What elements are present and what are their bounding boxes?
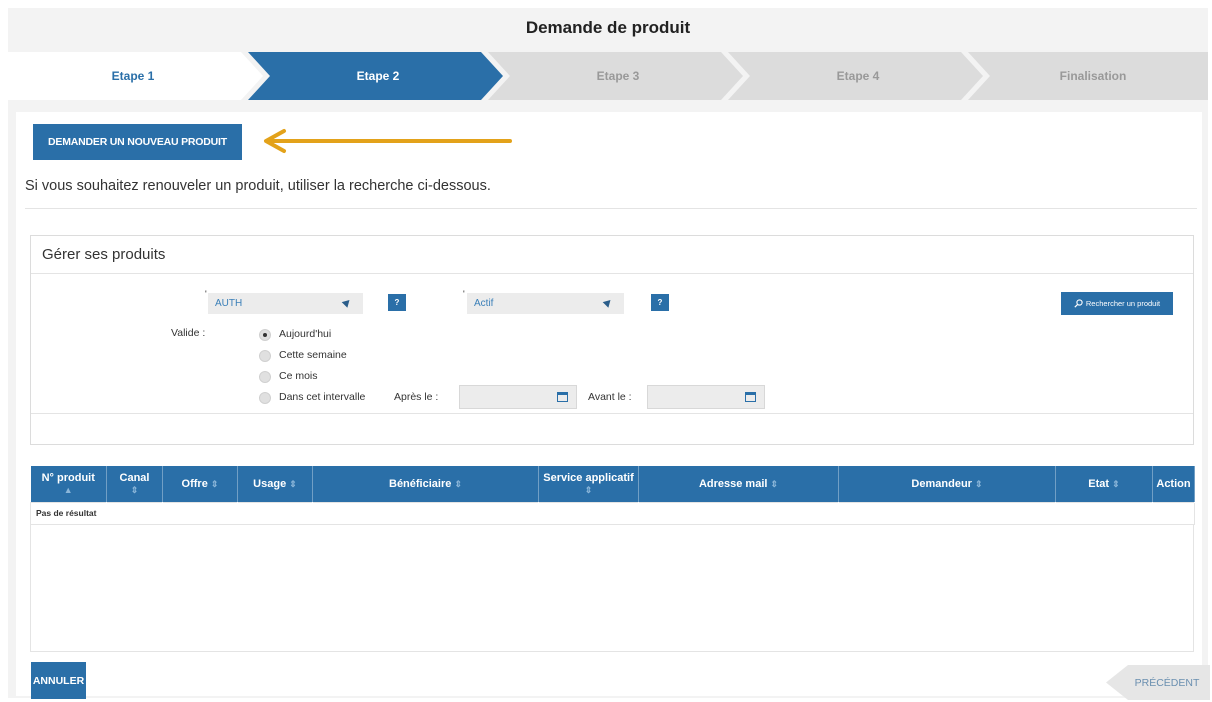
main-content: DEMANDER UN NOUVEAU PRODUIT Si vous souh… <box>16 112 1210 700</box>
previous-label: PRÉCÉDENT <box>1134 676 1200 689</box>
table-row: Pas de résultat <box>30 501 1195 525</box>
category-select-value: AUTH <box>215 298 243 309</box>
sort-icon: ▲ <box>63 484 73 495</box>
step-finalisation: Finalisation <box>1059 69 1127 83</box>
column-action: Action <box>1152 466 1195 502</box>
step-4: Etape 4 <box>836 69 880 83</box>
status-select[interactable]: Actif <box>467 293 624 314</box>
before-date-label: Avant le : <box>588 391 632 403</box>
manage-products-panel: Gérer ses produits ' AUTH ? ' Actif ? Re… <box>30 235 1194 445</box>
column-requester[interactable]: Demandeur ⇕ <box>838 466 1056 502</box>
required-mark: ' <box>205 289 207 299</box>
cancel-button[interactable]: ANNULER <box>31 662 86 699</box>
sort-icon: ⇕ <box>975 478 983 489</box>
step-1[interactable]: Etape 1 <box>8 48 258 104</box>
sort-icon: ⇕ <box>454 478 462 489</box>
radio-today-label: Aujourd'hui <box>279 328 332 340</box>
calendar-icon <box>745 392 756 402</box>
previous-button[interactable]: PRÉCÉDENT <box>1106 665 1210 700</box>
radio-this-month-label: Ce mois <box>279 370 318 382</box>
sort-icon: ⇕ <box>584 484 593 495</box>
new-product-button[interactable]: DEMANDER UN NOUVEAU PRODUIT <box>33 124 242 160</box>
annotation-arrow-icon <box>264 129 512 153</box>
sort-icon: ⇕ <box>210 478 219 489</box>
radio-interval[interactable] <box>259 392 271 404</box>
products-table: N° produit ▲ Canal ⇕ Offre ⇕ Usage ⇕ Bénéf… <box>30 466 1195 525</box>
page-frame: Demande de produit Etape 1 Etape 2 Etape… <box>8 8 1210 700</box>
valid-label: Valide : <box>171 327 206 339</box>
search-product-button[interactable]: Rechercher un produit <box>1061 292 1173 315</box>
status-select-value: Actif <box>474 298 494 309</box>
radio-interval-label: Dans cet intervalle <box>279 391 366 403</box>
sort-icon: ⇕ <box>1112 478 1120 489</box>
column-product-number[interactable]: N° produit ▲ <box>30 466 107 502</box>
sort-icon: ⇕ <box>130 484 139 495</box>
search-form: ' AUTH ? ' Actif ? Rechercher un produit… <box>31 274 1193 414</box>
sort-icon: ⇕ <box>770 478 779 489</box>
stepper: Etape 1 Etape 2 Etape 3 Etape 4 Finalisa… <box>8 48 1208 104</box>
help-icon[interactable]: ? <box>388 294 406 311</box>
select-caret-icon <box>602 297 614 308</box>
select-caret-icon <box>341 297 353 308</box>
step-3: Etape 3 <box>596 69 640 83</box>
radio-this-month[interactable] <box>259 371 271 383</box>
required-mark: ' <box>463 289 465 299</box>
panel-title: Gérer ses produits <box>31 236 1193 274</box>
before-date-input[interactable] <box>647 385 765 409</box>
table-header-row: N° produit ▲ Canal ⇕ Offre ⇕ Usage ⇕ Bénéf… <box>30 466 1195 502</box>
sort-icon: ⇕ <box>289 478 297 489</box>
column-application-service[interactable]: Service applicatif ⇕ <box>538 466 639 502</box>
page-title: Demande de produit <box>525 18 691 37</box>
empty-result: Pas de résultat <box>30 501 1195 525</box>
category-select[interactable]: AUTH <box>208 293 363 314</box>
column-offer[interactable]: Offre ⇕ <box>162 466 238 502</box>
column-email[interactable]: Adresse mail ⇕ <box>638 466 839 502</box>
column-channel[interactable]: Canal ⇕ <box>106 466 163 502</box>
column-state[interactable]: Etat ⇕ <box>1055 466 1153 502</box>
calendar-icon <box>557 392 568 402</box>
table-body-area <box>30 524 1194 652</box>
divider <box>25 208 1197 209</box>
info-text: Si vous souhaitez renouveler un produit,… <box>25 178 491 194</box>
radio-this-week[interactable] <box>259 350 271 362</box>
radio-today[interactable] <box>259 329 271 341</box>
search-icon <box>1074 299 1083 308</box>
help-icon[interactable]: ? <box>651 294 669 311</box>
step-2[interactable]: Etape 2 <box>258 48 498 104</box>
after-date-label: Après le : <box>394 391 439 403</box>
radio-this-week-label: Cette semaine <box>279 349 347 361</box>
after-date-input[interactable] <box>459 385 577 409</box>
column-beneficiary[interactable]: Bénéficiaire ⇕ <box>312 466 539 502</box>
search-product-label: Rechercher un produit <box>1085 299 1161 308</box>
column-usage[interactable]: Usage ⇕ <box>237 466 313 502</box>
